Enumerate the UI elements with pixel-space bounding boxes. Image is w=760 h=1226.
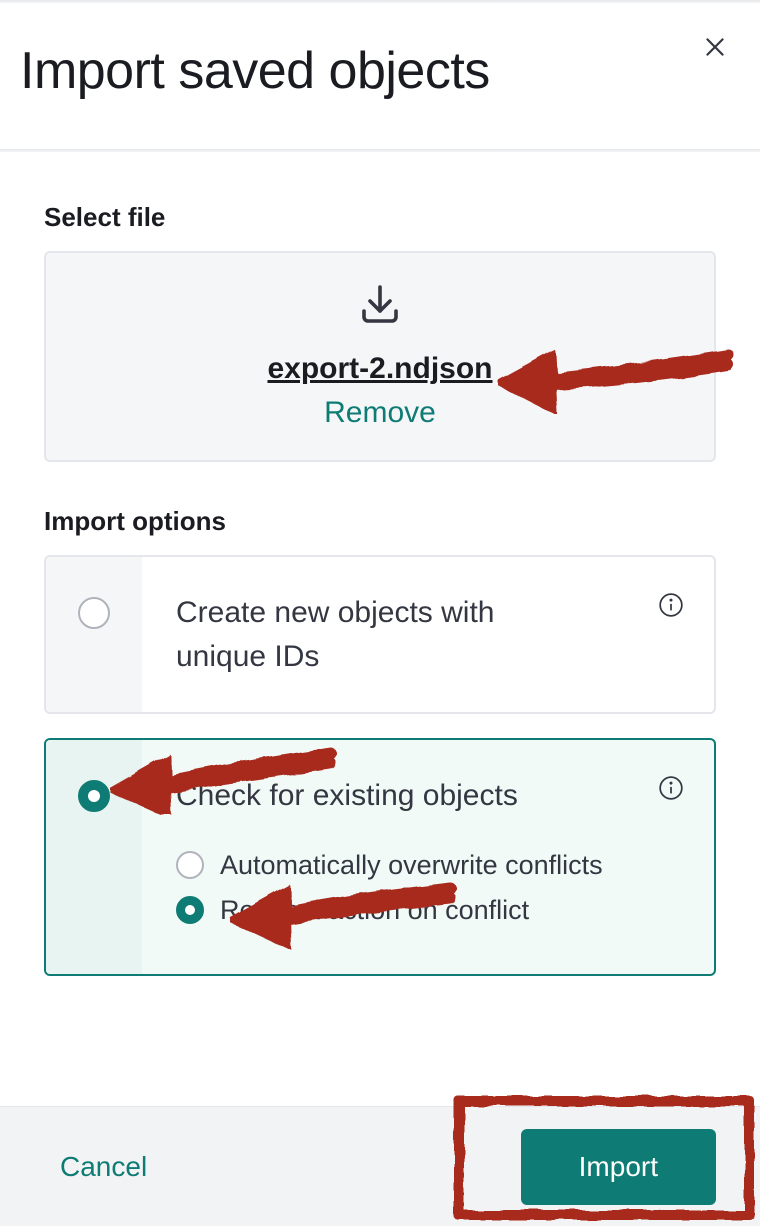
info-button[interactable]	[656, 774, 686, 804]
close-button[interactable]	[698, 31, 732, 65]
selected-file-name: export-2.ndjson	[267, 352, 492, 386]
import-options-label: Import options	[44, 506, 716, 537]
sub-options: Automatically overwrite conflicts Reques…	[176, 850, 684, 926]
flyout-body: Select file export-2.ndjson Remove Impor…	[0, 152, 760, 976]
file-drop-zone[interactable]: export-2.ndjson Remove	[44, 251, 716, 462]
sub-option-label: Request action on conflict	[220, 895, 529, 926]
radio-column	[46, 740, 142, 974]
flyout-header: Import saved objects	[0, 3, 760, 149]
option-check-existing[interactable]: Check for existing objects Automatically…	[44, 738, 716, 976]
option-create-new[interactable]: Create new objects with unique IDs	[44, 555, 716, 714]
sub-option-label: Automatically overwrite conflicts	[220, 850, 603, 881]
select-file-label: Select file	[44, 202, 716, 233]
remove-file-button[interactable]: Remove	[324, 396, 436, 430]
radio-column	[46, 557, 142, 712]
radio-icon	[176, 851, 204, 879]
option-title: Check for existing objects	[176, 774, 576, 818]
sub-option-overwrite[interactable]: Automatically overwrite conflicts	[176, 850, 684, 881]
option-title: Create new objects with unique IDs	[176, 591, 576, 678]
radio-icon	[78, 780, 110, 812]
info-icon	[658, 592, 684, 621]
radio-icon	[176, 896, 204, 924]
close-icon	[702, 34, 728, 63]
info-button[interactable]	[656, 591, 686, 621]
sub-option-request-action[interactable]: Request action on conflict	[176, 895, 684, 926]
flyout-footer: Cancel Import	[0, 1106, 760, 1226]
import-button[interactable]: Import	[521, 1129, 716, 1205]
import-icon	[356, 281, 404, 334]
radio-icon	[78, 597, 110, 629]
flyout-title: Import saved objects	[20, 41, 740, 101]
cancel-button[interactable]: Cancel	[60, 1151, 147, 1183]
info-icon	[658, 775, 684, 804]
